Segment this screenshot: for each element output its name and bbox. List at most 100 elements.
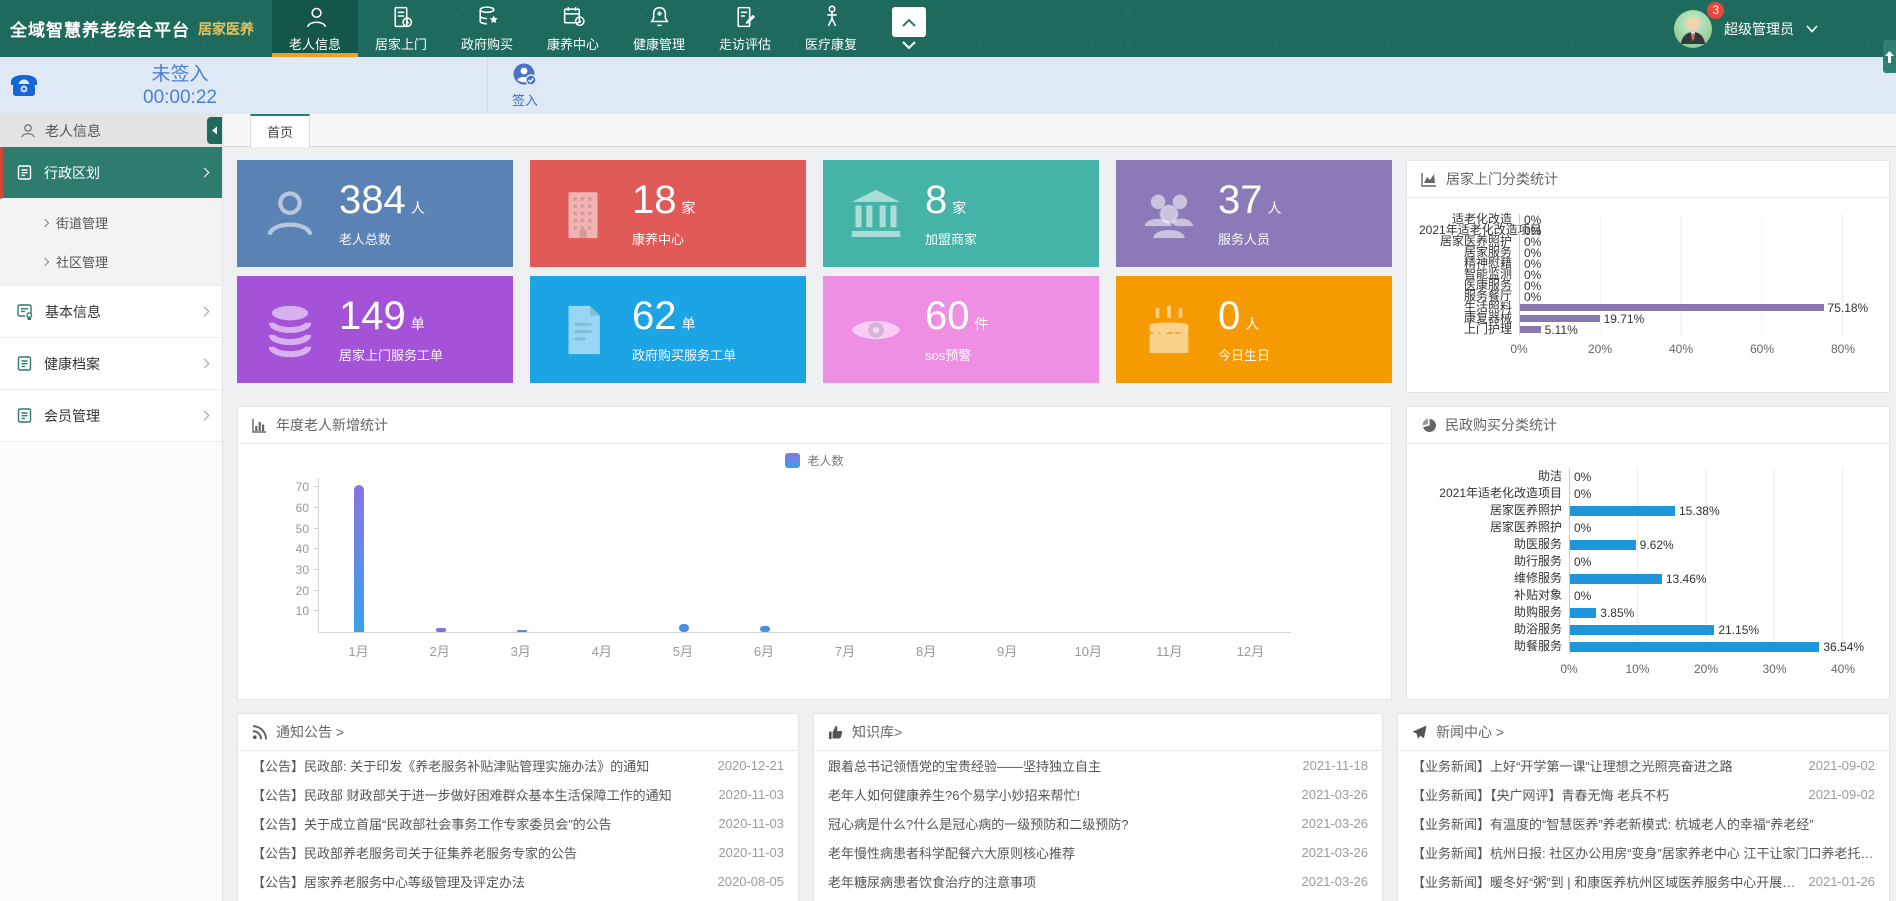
sidebar-item-2[interactable]: 健康档案 xyxy=(0,338,222,390)
panel-header: 知识库> xyxy=(814,714,1382,751)
list-item[interactable]: 【公告】居家养老服务中心等级管理及评定办法2020-08-05 xyxy=(238,867,798,896)
y-axis-tick-mark xyxy=(314,507,319,508)
tab-home[interactable]: 首页 xyxy=(250,114,310,147)
sidebar-collapse-button[interactable] xyxy=(207,117,222,144)
stat-label: 老人总数 xyxy=(339,229,425,248)
panel-title[interactable]: 新闻中心 > xyxy=(1436,722,1504,742)
list-item[interactable]: 【业务新闻】上好“开学第一课”让理想之光照亮奋进之路2021-09-02 xyxy=(1398,751,1889,780)
yearly-new-elders-panel: 年度老人新增统计 老人数 10203040506070 1月2月3月4月5月6月… xyxy=(237,406,1392,700)
sidebar-header: 老人信息 xyxy=(0,114,222,147)
sidebar-title: 老人信息 xyxy=(45,121,101,141)
stat-card-body: 0人今日生日 xyxy=(1218,296,1270,364)
back-to-top-widget[interactable] xyxy=(1883,40,1896,73)
stat-card-eye[interactable]: 60件sos预警 xyxy=(823,276,1099,383)
category-label: 助购服务 xyxy=(1419,604,1569,621)
category-label: 助餐服务 xyxy=(1419,638,1569,655)
stat-unit: 家 xyxy=(682,198,696,218)
list-item-title: 【业务新闻】暖冬好“粥”到 | 和康医养杭州区域医养服务中心开展腊八节送温暖活动 xyxy=(1412,872,1797,891)
stat-card-bank[interactable]: 8家加盟商家 xyxy=(823,160,1099,267)
user-menu[interactable]: 3 超级管理员 xyxy=(1674,0,1896,57)
y-axis-tick: 50 xyxy=(296,522,309,536)
list-item-title: 【业务新闻】杭州日报: 社区办公用房“变身”居家养老中心 江干让家门口养老托起百… xyxy=(1412,843,1875,862)
stat-unit: 单 xyxy=(411,314,425,334)
legend-swatch[interactable] xyxy=(785,453,800,468)
list-item-title: 【公告】民政部: 关于印发《养老服务补贴津贴管理实施办法》的通知 xyxy=(252,756,706,775)
list-item[interactable]: 【业务新闻】暖冬好“粥”到 | 和康医养杭州区域医养服务中心开展腊八节送温暖活动… xyxy=(1398,867,1889,896)
toolbar-divider xyxy=(487,57,488,114)
nav-item-medical-rehab[interactable]: 医疗康复 xyxy=(788,0,874,57)
list-item-title: 【公告】民政部养老服务司关于征集养老服务专家的公告 xyxy=(252,843,706,862)
panel-title[interactable]: 知识库> xyxy=(852,722,902,742)
bank-icon xyxy=(847,185,905,243)
list-item[interactable]: 老年人如何健康养生?6个易学小妙招来帮忙!2021-03-26 xyxy=(814,780,1382,809)
user-name: 超级管理员 xyxy=(1724,19,1794,39)
bar-value-label: 21.15% xyxy=(1714,623,1759,637)
stat-card-coins[interactable]: 149单居家上门服务工单 xyxy=(237,276,513,383)
nav-collapse-up-button[interactable] xyxy=(892,7,926,37)
list-item[interactable]: 老年糖尿病患者饮食治疗的注意事项2021-03-26 xyxy=(814,867,1382,896)
yearly-bar-chart-plot: 10203040506070 xyxy=(318,478,1291,633)
list-item-title: 【业务新闻】【央广网评】青春无悔 老兵不朽 xyxy=(1412,785,1797,804)
document-icon xyxy=(16,407,33,424)
list-item[interactable]: 【公告】民政部 财政部关于进一步做好困难群众基本生活保障工作的通知2020-11… xyxy=(238,780,798,809)
stat-value: 37 xyxy=(1218,180,1263,220)
legend-label: 老人数 xyxy=(807,452,843,469)
nav-item-elder-info[interactable]: 老人信息 xyxy=(272,0,358,57)
panel-title[interactable]: 居家上门分类统计 xyxy=(1446,169,1558,189)
sidebar-item-1[interactable]: 基本信息 xyxy=(0,286,222,338)
stat-value: 8 xyxy=(925,180,947,220)
sidebar-subitem-label: 街道管理 xyxy=(56,213,108,232)
tab-strip: 首页 xyxy=(224,114,1896,147)
stat-unit: 家 xyxy=(952,198,966,218)
x-axis-tick: 10% xyxy=(1625,662,1649,676)
home-visit-stats-panel: 居家上门分类统计 适老化改造2021年适老化改造项目居家医养照护居家服务精神慰藉… xyxy=(1406,160,1890,393)
nav-item-gov-purchase[interactable]: 政府购买 xyxy=(444,0,530,57)
list-item[interactable]: 跟着总书记领悟党的宝贵经验——坚持独立自主2021-11-18 xyxy=(814,751,1382,780)
list-item[interactable]: 老年人健康知识 xyxy=(814,896,1382,901)
list-item-title: 老年人如何健康养生?6个易学小妙招来帮忙! xyxy=(828,785,1290,804)
nav-collapse-down-button[interactable] xyxy=(902,41,916,50)
nav-item-visit-assess[interactable]: 走访评估 xyxy=(702,0,788,57)
list-item[interactable]: 【公告】关于成立首届“民政部社会事务工作专家委员会”的公告2020-11-03 xyxy=(238,809,798,838)
nav-item-health-mgmt[interactable]: 健康管理 xyxy=(616,0,702,57)
rss-icon xyxy=(252,725,267,740)
chevron-right-icon xyxy=(41,218,49,226)
list-item[interactable]: 【业务新闻】【央广网评】青春无悔 老兵不朽2021-09-02 xyxy=(1398,780,1889,809)
sidebar-subitem[interactable]: 街道管理 xyxy=(0,203,222,242)
panel-title[interactable]: 民政购买分类统计 xyxy=(1445,415,1557,435)
stat-card-body: 149单居家上门服务工单 xyxy=(339,296,443,364)
stat-card-cake[interactable]: 0人今日生日 xyxy=(1116,276,1392,383)
stat-card-building[interactable]: 18家康养中心 xyxy=(530,160,806,267)
stat-card-person[interactable]: 384人老人总数 xyxy=(237,160,513,267)
chevron-right-icon xyxy=(41,257,49,265)
pie-chart-icon xyxy=(1421,418,1436,433)
list-item[interactable]: 【公告】民政部养老服务司关于征集养老服务专家的公告2020-11-03 xyxy=(238,838,798,867)
sidebar-item-0[interactable]: 行政区划 xyxy=(0,147,222,199)
sidebar-subitem[interactable]: 社区管理 xyxy=(0,242,222,281)
panel-title[interactable]: 年度老人新增统计 xyxy=(276,415,388,435)
y-axis-tick-mark xyxy=(314,590,319,591)
list-item[interactable]: 冠心病是什么?什么是冠心病的一级预防和二级预防?2021-03-26 xyxy=(814,809,1382,838)
list-item[interactable]: 【业务新闻】有温度的“智慧医养”养老新模式: 杭城老人的幸福“养老经” xyxy=(1398,809,1889,838)
sign-in-button[interactable]: 签入 xyxy=(498,61,552,109)
panel-title[interactable]: 通知公告 > xyxy=(276,722,344,742)
stat-unit: 人 xyxy=(1268,198,1282,218)
x-axis-tick: 11月 xyxy=(1129,641,1210,660)
x-axis-tick: 80% xyxy=(1831,342,1855,356)
sidebar-item-3[interactable]: 会员管理 xyxy=(0,390,222,442)
list-item[interactable]: 【公告】民政部: 关于印发《养老服务补贴津贴管理实施办法》的通知2020-12-… xyxy=(238,751,798,780)
sidebar-item-label: 基本信息 xyxy=(45,302,101,322)
list-item[interactable]: 【业务新闻】推动社会力量成为发展养老服务业的“主角”2021-03-26 xyxy=(1398,896,1889,901)
sign-in-icon xyxy=(511,61,539,89)
stat-card-users[interactable]: 37人服务人员 xyxy=(1116,160,1392,267)
stat-value: 149 xyxy=(339,296,406,336)
phone-icon xyxy=(8,70,40,100)
list-item[interactable]: 【业务新闻】杭州日报: 社区办公用房“变身”居家养老中心 江干让家门口养老托起百… xyxy=(1398,838,1889,867)
nav-item-care-center[interactable]: 康养中心 xyxy=(530,0,616,57)
panel-header: 年度老人新增统计 xyxy=(238,407,1391,444)
nav-item-home-visit[interactable]: 居家上门 xyxy=(358,0,444,57)
notice-panel: 通知公告 > 【公告】民政部: 关于印发《养老服务补贴津贴管理实施办法》的通知2… xyxy=(237,713,799,901)
list-item[interactable]: 老年慢性病患者科学配餐六大原则核心推荐2021-03-26 xyxy=(814,838,1382,867)
category-label: 维修服务 xyxy=(1419,570,1569,587)
stat-card-file[interactable]: 62单政府购买服务工单 xyxy=(530,276,806,383)
